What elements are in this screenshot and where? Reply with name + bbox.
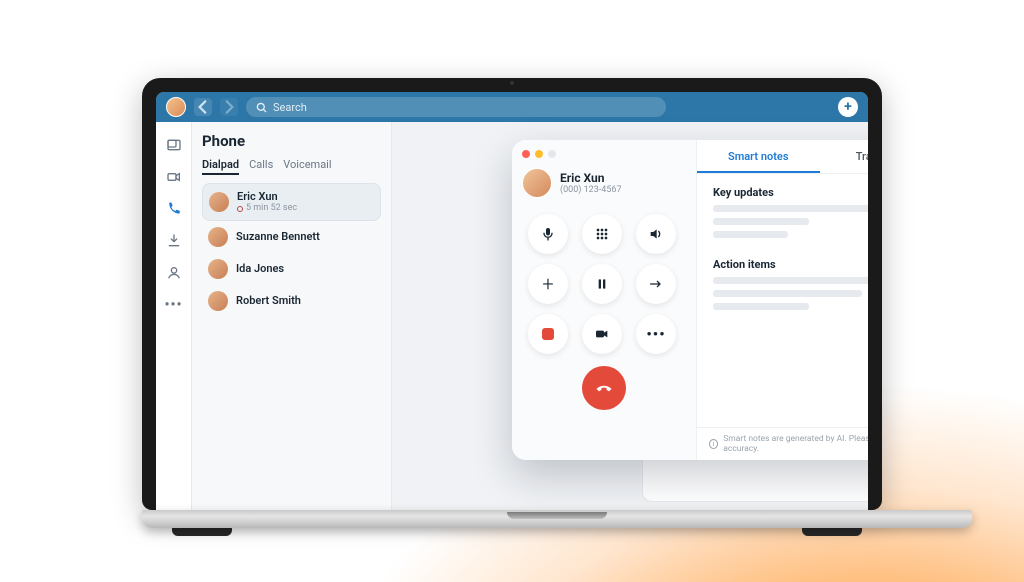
skeleton-line bbox=[713, 303, 809, 310]
close-icon[interactable] bbox=[522, 150, 530, 158]
info-icon: i bbox=[709, 439, 718, 449]
laptop-frame: Search + bbox=[142, 78, 882, 538]
inbox-icon bbox=[166, 137, 182, 153]
call-button-grid: + ••• bbox=[522, 212, 686, 356]
contact-row[interactable]: Suzanne Bennett bbox=[202, 221, 381, 253]
tab-transcript[interactable]: Transcript bbox=[820, 140, 869, 173]
avatar bbox=[208, 259, 228, 279]
avatar bbox=[208, 291, 228, 311]
mic-icon bbox=[540, 226, 556, 242]
search-input[interactable]: Search bbox=[246, 97, 666, 117]
contact-name: Eric Xun bbox=[237, 190, 297, 203]
transfer-button[interactable] bbox=[636, 264, 676, 304]
video-button[interactable] bbox=[582, 314, 622, 354]
zoom-icon[interactable] bbox=[548, 150, 556, 158]
rail-inbox[interactable] bbox=[165, 136, 183, 154]
tab-smart-notes[interactable]: Smart notes bbox=[697, 140, 820, 173]
dialpad-icon bbox=[594, 226, 610, 242]
rail-phone[interactable] bbox=[165, 200, 183, 218]
main-area: ↗ bbox=[392, 122, 868, 510]
minimize-icon[interactable] bbox=[535, 150, 543, 158]
skeleton-line bbox=[713, 277, 868, 284]
rail-video[interactable] bbox=[165, 168, 183, 186]
dialpad-button[interactable] bbox=[582, 214, 622, 254]
skeleton-line bbox=[713, 218, 809, 225]
section-key-updates: Key updates bbox=[713, 186, 868, 199]
contact-row[interactable]: Eric Xun 5 min 52 sec bbox=[202, 183, 381, 221]
contact-name: Suzanne Bennett bbox=[236, 230, 320, 243]
call-controls-panel: Eric Xun (000) 123-4567 bbox=[512, 140, 697, 460]
top-bar: Search + bbox=[156, 92, 868, 122]
notes-tabs: Smart notes Transcript bbox=[697, 140, 868, 174]
subtab-dialpad[interactable]: Dialpad bbox=[202, 158, 239, 175]
phone-icon bbox=[166, 201, 182, 217]
rail-contacts[interactable] bbox=[165, 264, 183, 282]
search-icon bbox=[256, 102, 267, 113]
skeleton-line bbox=[713, 205, 868, 212]
person-icon bbox=[166, 265, 182, 281]
search-placeholder: Search bbox=[273, 101, 307, 114]
transfer-icon bbox=[648, 276, 664, 292]
phone-title: Phone bbox=[202, 132, 381, 150]
phone-subtabs: Dialpad Calls Voicemail bbox=[202, 158, 381, 175]
hold-button[interactable] bbox=[582, 264, 622, 304]
caller-number: (000) 123-4567 bbox=[560, 185, 622, 195]
video-icon bbox=[166, 169, 182, 185]
chevron-left-icon bbox=[194, 98, 212, 116]
avatar[interactable] bbox=[166, 97, 186, 117]
mute-button[interactable] bbox=[528, 214, 568, 254]
laptop-notch bbox=[477, 78, 547, 88]
record-button[interactable] bbox=[528, 314, 568, 354]
speaker-icon bbox=[648, 226, 664, 242]
download-icon bbox=[166, 233, 182, 249]
subtab-calls[interactable]: Calls bbox=[249, 158, 273, 175]
smart-notes-panel: Smart notes Transcript Key updates Actio… bbox=[697, 140, 868, 460]
skeleton-line bbox=[713, 290, 862, 297]
contact-row[interactable]: Robert Smith bbox=[202, 285, 381, 317]
laptop-hinge bbox=[142, 510, 972, 528]
ai-disclaimer-text: Smart notes are generated by AI. Please … bbox=[723, 434, 868, 454]
section-action-items: Action items bbox=[713, 258, 868, 271]
chevron-right-icon bbox=[220, 98, 238, 116]
nav-forward-button[interactable] bbox=[220, 98, 238, 116]
more-button[interactable]: ••• bbox=[636, 314, 676, 354]
phone-panel: Phone Dialpad Calls Voicemail Eric Xun 5… bbox=[192, 122, 392, 510]
add-button[interactable]: + bbox=[838, 97, 858, 117]
speaker-button[interactable] bbox=[636, 214, 676, 254]
caller-name: Eric Xun bbox=[560, 171, 622, 185]
add-call-button[interactable]: + bbox=[528, 264, 568, 304]
nav-back-button[interactable] bbox=[194, 98, 212, 116]
contact-row[interactable]: Ida Jones bbox=[202, 253, 381, 285]
call-card: Eric Xun (000) 123-4567 bbox=[512, 140, 868, 460]
laptop-feet bbox=[142, 528, 892, 538]
pause-icon bbox=[594, 276, 610, 292]
video-icon bbox=[594, 326, 610, 342]
avatar bbox=[522, 168, 552, 198]
hangup-button[interactable] bbox=[582, 366, 626, 410]
app-screen: Search + bbox=[156, 92, 868, 510]
avatar bbox=[208, 227, 228, 247]
contact-sub: 5 min 52 sec bbox=[237, 203, 297, 214]
contact-name: Robert Smith bbox=[236, 294, 301, 307]
skeleton-line bbox=[713, 231, 788, 238]
ai-disclaimer: i Smart notes are generated by AI. Pleas… bbox=[697, 427, 868, 460]
rail-downloads[interactable] bbox=[165, 232, 183, 250]
contact-name: Ida Jones bbox=[236, 262, 284, 275]
window-traffic-lights bbox=[522, 150, 686, 158]
hangup-icon bbox=[594, 378, 614, 398]
rail-more[interactable]: ••• bbox=[165, 296, 183, 314]
record-icon bbox=[237, 206, 243, 212]
subtab-voicemail[interactable]: Voicemail bbox=[283, 158, 331, 175]
avatar bbox=[209, 192, 229, 212]
caller-info: Eric Xun (000) 123-4567 bbox=[522, 168, 686, 198]
nav-rail: ••• bbox=[156, 122, 192, 510]
notes-body: Key updates Action items bbox=[697, 174, 868, 427]
